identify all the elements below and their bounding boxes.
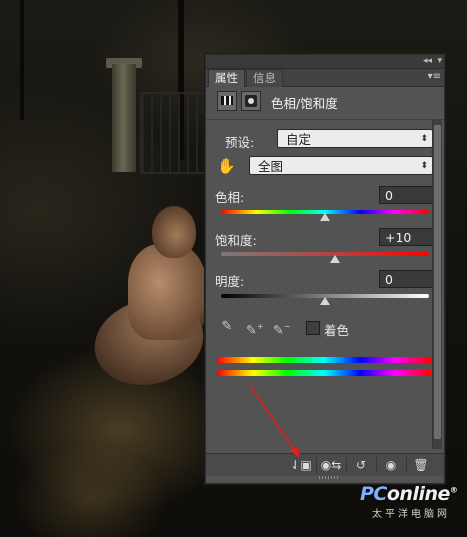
- toggle-visibility-icon[interactable]: ◉: [380, 456, 402, 474]
- view-previous-state-icon[interactable]: ◉⇆: [320, 456, 342, 474]
- delete-icon[interactable]: 🗑: [410, 456, 432, 474]
- iron-gate: [140, 92, 206, 174]
- tab-info[interactable]: 信息: [246, 69, 283, 87]
- eyedropper-icon[interactable]: ✎: [219, 319, 235, 335]
- divider: [376, 457, 377, 473]
- clip-to-layer-icon[interactable]: ⇃▣: [290, 456, 312, 474]
- preset-label: 预设:: [225, 135, 255, 150]
- adjustment-title: 色相/饱和度: [271, 96, 338, 111]
- lightness-label: 明度:: [215, 274, 245, 289]
- properties-panel: ◂◂ ▾ 属性 信息 ▾≡ 色相/饱和度 预设: 自定 ⬍ ✋ 全图 ⬍ 色相:…: [205, 54, 445, 484]
- divider: [406, 457, 407, 473]
- watermark-logo: PConline®: [360, 483, 458, 505]
- hue-slider-thumb[interactable]: [320, 213, 330, 221]
- tree-trunk: [20, 0, 24, 120]
- seated-figure-head: [152, 206, 196, 258]
- panel-tabbar: 属性 信息 ▾≡: [206, 69, 444, 87]
- panel-options-icon[interactable]: ▾: [437, 55, 442, 67]
- dropdown-arrows-icon: ⬍: [420, 134, 428, 144]
- panel-menu-icon[interactable]: ▾≡: [428, 71, 441, 82]
- watermark-subtitle: 太平洋电脑网: [372, 509, 450, 520]
- panel-titlebar[interactable]: ◂◂ ▾: [206, 55, 444, 69]
- layer-mask-icon[interactable]: [241, 91, 261, 111]
- colorize-checkbox[interactable]: [306, 321, 320, 335]
- gate-pillar: [112, 64, 136, 172]
- hue-value-field[interactable]: 0: [379, 186, 433, 204]
- eyedropper-minus-icon[interactable]: ✎−: [273, 319, 291, 338]
- target-adjust-hand-icon[interactable]: ✋: [217, 157, 236, 175]
- divider: [316, 457, 317, 473]
- panel-footer: ⇃▣ ◉⇆ ↺ ◉ 🗑: [206, 453, 444, 476]
- eyedropper-plus-icon[interactable]: ✎+: [246, 319, 264, 338]
- preset-dropdown[interactable]: 自定 ⬍: [277, 129, 433, 148]
- saturation-slider-track[interactable]: [221, 252, 429, 256]
- hue-label: 色相:: [215, 190, 245, 205]
- divider: [206, 119, 444, 120]
- dropdown-arrows-icon: ⬍: [420, 161, 428, 171]
- scrollbar-thumb[interactable]: [434, 125, 441, 439]
- lightness-slider-thumb[interactable]: [320, 297, 330, 305]
- saturation-slider-thumb[interactable]: [330, 255, 341, 263]
- preset-value: 自定: [286, 132, 312, 147]
- channel-value: 全图: [258, 159, 284, 174]
- spectrum-bar-bottom: [217, 370, 431, 376]
- channel-dropdown[interactable]: 全图 ⬍: [249, 156, 433, 175]
- spectrum-bar-top: [217, 357, 431, 363]
- saturation-label: 饱和度:: [215, 233, 257, 248]
- tab-properties[interactable]: 属性: [208, 69, 245, 87]
- lightness-value-field[interactable]: 0: [379, 270, 433, 288]
- panel-scrollbar[interactable]: [432, 119, 442, 449]
- colorize-label: 着色: [324, 323, 350, 338]
- collapse-panel-icon[interactable]: ◂◂: [423, 55, 432, 67]
- divider: [346, 457, 347, 473]
- hue-saturation-icon[interactable]: [217, 91, 237, 111]
- saturation-value-field[interactable]: +10: [379, 228, 433, 246]
- seated-figure-body: [128, 244, 206, 340]
- reset-icon[interactable]: ↺: [350, 456, 372, 474]
- resize-grip[interactable]: [319, 476, 339, 479]
